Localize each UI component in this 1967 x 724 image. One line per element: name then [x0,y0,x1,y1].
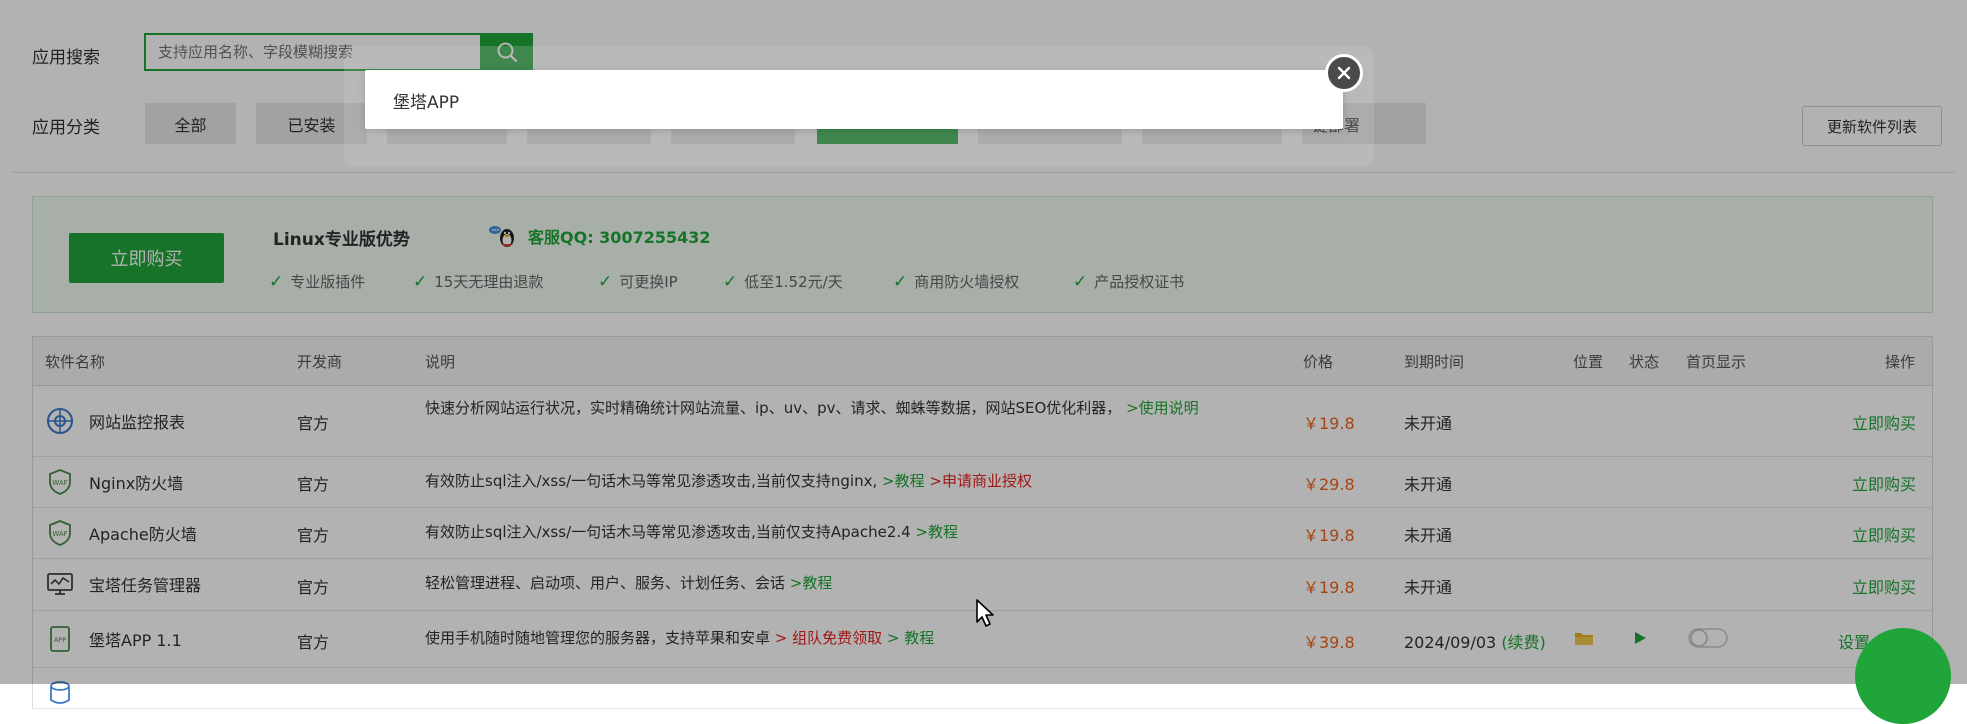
app-modal: 堡塔APP [365,70,1343,129]
modal-close-button[interactable] [1325,54,1363,92]
floating-action-button[interactable] [1855,628,1951,724]
app-store-page: 应用搜索 应用分类 全部 已安装 键部署 更新软件列表 立即购买 Linux专业… [0,0,1967,724]
mouse-cursor-icon [975,598,997,633]
modal-title: 堡塔APP [393,93,460,113]
close-icon [1337,66,1351,80]
